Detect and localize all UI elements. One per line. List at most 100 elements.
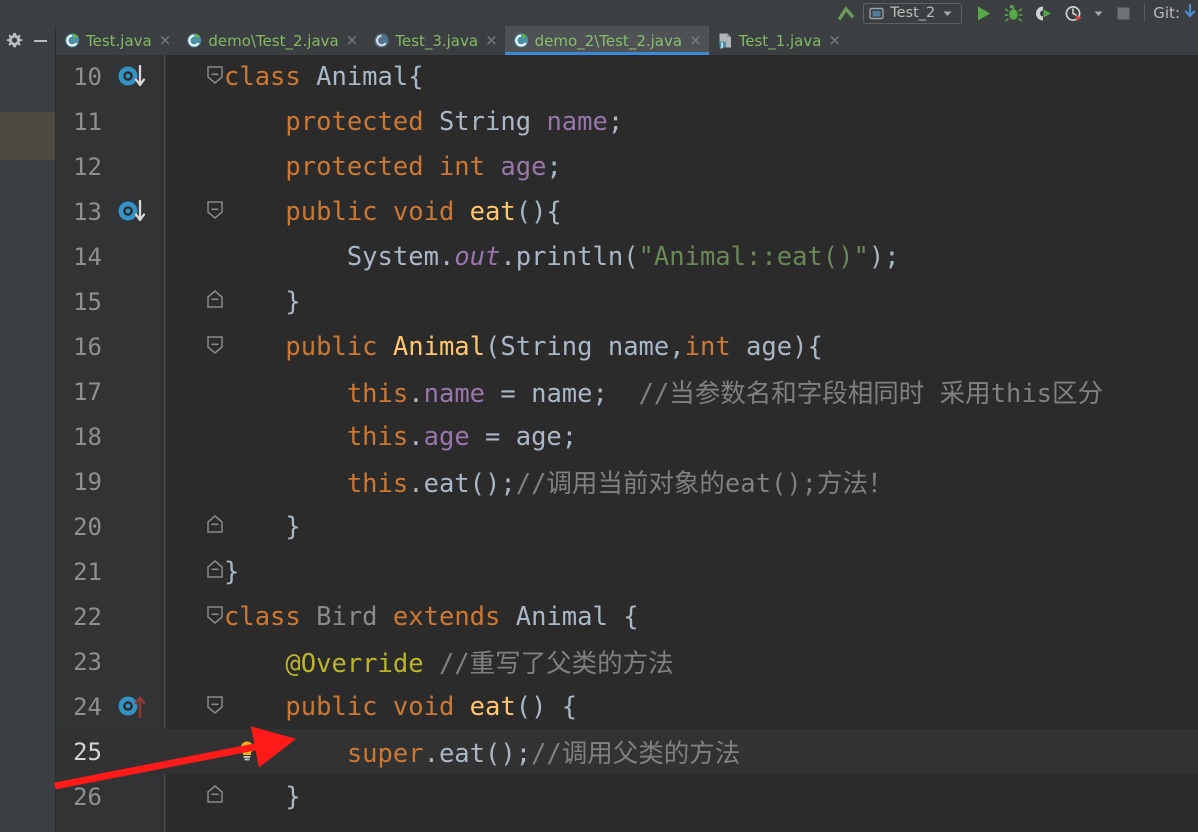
- code-line[interactable]: 22 class Bird extends Animal {: [56, 594, 1198, 639]
- code-token: }: [224, 556, 240, 587]
- code-token: () {: [515, 691, 578, 722]
- code-token: extends: [392, 601, 516, 632]
- code-token: this: [346, 379, 409, 409]
- code-token: .: [438, 241, 455, 272]
- code-token: @Override: [285, 649, 424, 679]
- code-token: //重写了父类的方法: [438, 649, 674, 679]
- close-icon[interactable]: ×: [157, 33, 172, 48]
- editor-tab-active[interactable]: demo_2\Test_2.java ×: [504, 26, 709, 55]
- chevron-down-icon: [1094, 11, 1103, 16]
- line-number: 23: [73, 647, 102, 676]
- overridden-method-icon[interactable]: [116, 195, 162, 229]
- java-class-icon: [374, 33, 389, 48]
- code-line[interactable]: 20 }: [56, 504, 1198, 549]
- code-token: ;: [607, 106, 624, 137]
- code-line[interactable]: 27: [56, 819, 1198, 832]
- code-line-text: class Animal{: [224, 62, 424, 92]
- code-token: void: [392, 196, 470, 227]
- code-token: //调用父类的方法: [531, 739, 741, 769]
- line-number: 14: [73, 242, 102, 271]
- git-update-icon[interactable]: [1184, 0, 1198, 26]
- code-token: Animal: [392, 331, 486, 362]
- java-class-runnable-icon: [513, 33, 528, 48]
- code-token: void: [392, 691, 470, 722]
- code-token: {: [607, 601, 639, 632]
- svg-text:J: J: [720, 42, 723, 49]
- profile-button[interactable]: [1058, 0, 1088, 26]
- overriding-method-icon[interactable]: [116, 690, 162, 724]
- editor-tab-label: Test.java: [86, 31, 152, 50]
- code-token: out: [454, 241, 501, 272]
- code-line[interactable]: 23 @Override //重写了父类的方法: [56, 639, 1198, 684]
- gutter-marker[interactable]: [116, 55, 164, 99]
- run-button[interactable]: [968, 0, 998, 26]
- code-line-text: this.name = name; //当参数名和字段相同时 采用this区分: [224, 373, 1103, 410]
- code-line[interactable]: 14 System.out.println("Animal::eat()");: [56, 234, 1198, 279]
- code-line[interactable]: 25 super.eat();//调用父类的方法: [56, 729, 1198, 774]
- editor-tab[interactable]: demo\Test_2.java ×: [178, 26, 365, 55]
- line-number: 24: [73, 692, 102, 721]
- code-line[interactable]: 26 }: [56, 774, 1198, 819]
- make-project-button[interactable]: [831, 0, 861, 26]
- code-line[interactable]: 15 }: [56, 279, 1198, 324]
- gutter-marker[interactable]: [116, 189, 164, 234]
- code-token: class: [224, 601, 317, 632]
- code-line[interactable]: 18 this.age = age;: [56, 414, 1198, 459]
- code-line-text: protected String name;: [224, 107, 623, 137]
- profile-dropdown[interactable]: [1088, 0, 1108, 26]
- code-editor[interactable]: 10 class Animal{11 protected String name;…: [56, 55, 1198, 832]
- stop-button[interactable]: [1108, 0, 1138, 26]
- code-line[interactable]: 12 protected int age;: [56, 144, 1198, 189]
- line-number: 12: [73, 152, 102, 181]
- overridden-method-icon[interactable]: [116, 60, 162, 94]
- code-token: (){: [515, 196, 562, 227]
- code-line[interactable]: 19 this.eat();//调用当前对象的eat();方法！: [56, 459, 1198, 504]
- gutter-marker[interactable]: [116, 684, 164, 729]
- close-icon[interactable]: ×: [344, 33, 359, 48]
- close-icon[interactable]: ×: [687, 33, 702, 48]
- code-token: super: [346, 739, 424, 769]
- code-line-text: }: [224, 782, 300, 812]
- run-configuration-selector[interactable]: Test_2: [863, 2, 963, 24]
- editor-tab-label: Test_3.java: [395, 31, 479, 50]
- code-token: Bird: [316, 601, 378, 632]
- editor-tab[interactable]: Test.java ×: [56, 26, 178, 55]
- line-number: 25: [73, 737, 102, 766]
- minimize-icon[interactable]: [29, 29, 51, 53]
- line-number: 16: [73, 332, 102, 361]
- editor-tab[interactable]: Test_3.java ×: [365, 26, 504, 55]
- code-line[interactable]: 13 public void eat(){: [56, 189, 1198, 234]
- code-line[interactable]: 21}: [56, 549, 1198, 594]
- code-line[interactable]: 24 public void eat() {: [56, 684, 1198, 729]
- code-line-text: this.age = age;: [224, 422, 577, 452]
- line-number: 18: [73, 422, 102, 451]
- editor-tab-label: demo_2\Test_2.java: [534, 31, 683, 50]
- editor-tab[interactable]: J Test_1.java ×: [709, 26, 848, 55]
- code-line[interactable]: 10 class Animal{: [56, 55, 1198, 99]
- code-token: public: [285, 691, 393, 722]
- code-token: age: [500, 151, 547, 182]
- code-token: //调用当前对象的eat();方法！: [515, 469, 894, 499]
- code-token: .println(: [500, 241, 639, 272]
- chevron-down-icon[interactable]: [941, 7, 954, 20]
- code-token: ;: [546, 151, 562, 182]
- code-token: String: [438, 106, 532, 137]
- close-icon[interactable]: ×: [483, 33, 498, 48]
- code-line[interactable]: 16 public Animal(String name,int age){: [56, 324, 1198, 369]
- gear-icon[interactable]: [3, 29, 25, 53]
- close-icon[interactable]: ×: [826, 33, 841, 48]
- code-token: String: [500, 331, 593, 362]
- line-number: 17: [73, 377, 102, 406]
- code-line[interactable]: 11 protected String name;: [56, 99, 1198, 144]
- debug-button[interactable]: [998, 0, 1028, 26]
- line-number: 26: [73, 782, 102, 811]
- code-line-text: System.out.println("Animal::eat()");: [224, 242, 900, 272]
- code-token: age: [423, 421, 470, 452]
- run-with-coverage-button[interactable]: [1028, 0, 1058, 26]
- editor-tab-label: demo\Test_2.java: [208, 31, 339, 50]
- code-line[interactable]: 17 this.name = name; //当参数名和字段相同时 采用this…: [56, 369, 1198, 414]
